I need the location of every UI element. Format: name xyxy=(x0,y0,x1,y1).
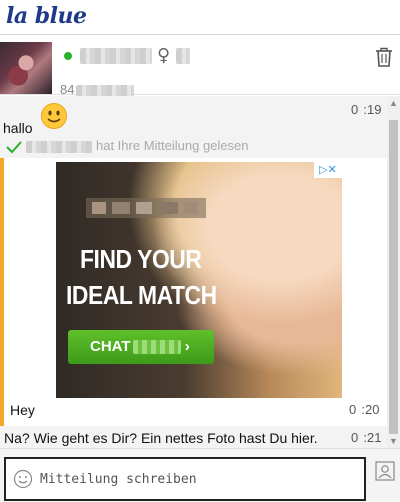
contact-header: xxxxxxxx ♀ xx 84xxxxxxxx xyxy=(0,36,400,97)
contact-meta-prefix: 84 xyxy=(60,82,75,97)
female-gender-icon: ♀ xyxy=(157,45,171,66)
read-receipt-text: hat Ihre Mitteilung gelesen xyxy=(96,138,249,153)
message-composer xyxy=(0,448,400,502)
contact-age: xx xyxy=(176,48,190,64)
contact-avatar[interactable] xyxy=(0,42,52,94)
check-icon xyxy=(6,140,22,154)
top-bar: la blue xyxy=(0,0,400,35)
chat-message: FIND YOUR IDEAL MATCH CHAT › ▷✕ Hey 0 :2… xyxy=(0,158,387,426)
app-logo[interactable]: la blue xyxy=(6,3,87,29)
message-text: Hey xyxy=(10,402,35,418)
contact-name[interactable]: xxxxxxxx xyxy=(80,48,152,64)
ad-headline: FIND YOUR xyxy=(80,244,202,274)
message-time: 0 :19 xyxy=(351,102,382,117)
message-input-box xyxy=(4,457,366,501)
advertisement-banner[interactable]: FIND YOUR IDEAL MATCH CHAT › ▷✕ xyxy=(56,162,342,398)
ad-cta-blur xyxy=(132,340,181,355)
read-receipt: xxxxxxxx hat Ihre Mitteilung gelesen xyxy=(6,138,248,154)
contact-meta: 84xxxxxxxx xyxy=(60,82,135,97)
online-status-icon xyxy=(64,52,72,60)
ad-cta-label: CHAT xyxy=(90,338,131,355)
message-time: 0 :21 xyxy=(351,430,382,445)
profile-photo-icon[interactable] xyxy=(375,461,395,481)
ad-headline: IDEAL MATCH xyxy=(66,280,217,310)
trash-icon[interactable] xyxy=(374,46,394,68)
message-time: 0 :20 xyxy=(349,402,380,417)
message-text: Na? Wie geht es Dir? Ein nettes Foto has… xyxy=(4,430,318,446)
message-input[interactable] xyxy=(40,465,358,493)
emoji-icon[interactable] xyxy=(13,469,33,489)
scroll-up-icon[interactable]: ▲ xyxy=(387,96,400,110)
contact-meta-value: xxxxxxxx xyxy=(76,84,135,97)
smiley-icon xyxy=(41,103,67,129)
ad-brand-logo xyxy=(86,198,206,218)
read-receipt-name: xxxxxxxx xyxy=(26,140,92,153)
ad-choices-icon[interactable]: ▷✕ xyxy=(314,162,342,178)
chat-scrollbar[interactable]: ▲ ▼ xyxy=(387,96,400,448)
chat-message: hallo 0 :19 xxxxxxxx hat Ihre Mitteilung … xyxy=(0,96,387,158)
scroll-down-icon[interactable]: ▼ xyxy=(387,434,400,448)
message-text: hallo xyxy=(3,120,33,136)
chat-message: Na? Wie geht es Dir? Ein nettes Foto has… xyxy=(0,426,387,448)
chat-history[interactable]: hallo 0 :19 xxxxxxxx hat Ihre Mitteilung … xyxy=(0,96,387,448)
ad-chat-button[interactable]: CHAT › xyxy=(68,330,214,364)
scroll-thumb[interactable] xyxy=(389,120,398,434)
